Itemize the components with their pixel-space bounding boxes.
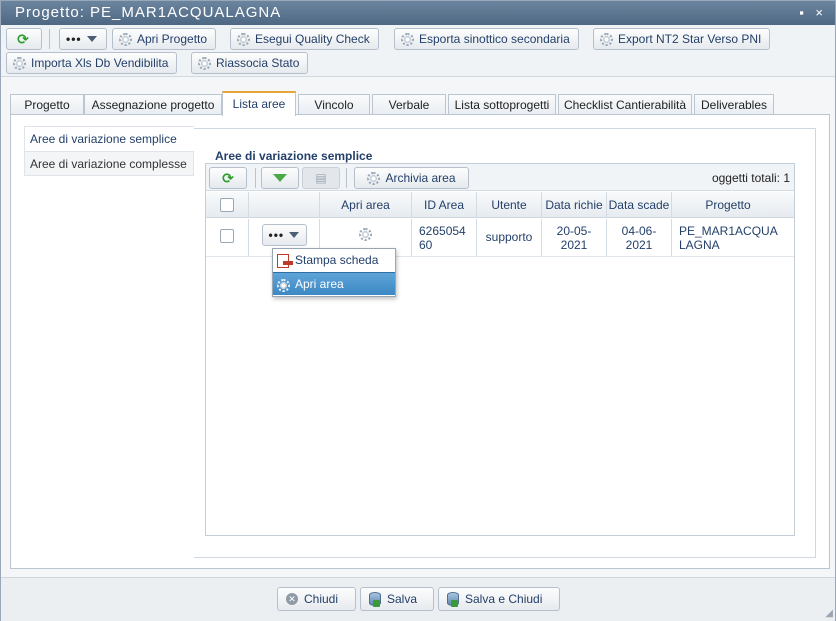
export-icon: ▤ <box>315 171 327 185</box>
header-id-area[interactable]: ID Area <box>412 192 477 217</box>
header-utente[interactable]: Utente <box>477 192 542 217</box>
export-grid-button[interactable]: ▤ <box>302 167 340 189</box>
header-select-all[interactable] <box>206 192 249 217</box>
archivia-area-label: Archivia area <box>385 171 456 185</box>
gear-icon <box>600 32 613 46</box>
esporta-sinottico-label: Esporta sinottico secondaria <box>419 32 570 46</box>
refresh-icon: ⟳ <box>222 169 234 186</box>
salva-label: Salva <box>387 592 418 606</box>
menu-item-label: Stampa scheda <box>295 253 379 267</box>
quality-check-button[interactable]: Esegui Quality Check <box>230 28 379 50</box>
footer-bar: ✕ Chiudi Salva Salva e Chiudi ◢ <box>1 577 835 621</box>
section-title: Aree di variazione semplice <box>215 149 373 163</box>
chiudi-button[interactable]: ✕ Chiudi <box>277 587 356 611</box>
tab-deliverables[interactable]: Deliverables <box>694 94 774 115</box>
tab-vincolo[interactable]: Vincolo <box>298 94 370 115</box>
row-utente: supporto <box>477 219 542 256</box>
toolbar-separator <box>346 168 347 188</box>
row-id-area: 6265054 60 <box>412 219 477 256</box>
project-window: Progetto: PE_MAR1ACQUALAGNA ▪ × ⟳ ••• Ap… <box>0 0 836 621</box>
chiudi-label: Chiudi <box>304 592 339 606</box>
row-select[interactable] <box>206 219 249 256</box>
sidenav-item-semplice[interactable]: Aree di variazione semplice <box>24 126 194 151</box>
window-controls[interactable]: ▪ × <box>799 1 827 25</box>
gear-icon <box>277 277 290 299</box>
window-title: Progetto: PE_MAR1ACQUALAGNA <box>15 4 282 21</box>
esporta-sinottico-button[interactable]: Esporta sinottico secondaria <box>394 28 579 50</box>
side-navigation: Aree di variazione semplice Aree di vari… <box>24 126 194 176</box>
salva-button[interactable]: Salva <box>360 587 434 611</box>
header-actions <box>249 192 320 217</box>
row-actions-menu: Stampa scheda Apri area <box>272 248 396 297</box>
tab-bar: Progetto Assegnazione progetto Lista are… <box>10 91 830 116</box>
menu-item-apri-area[interactable]: Apri area <box>273 272 395 295</box>
more-icon: ••• <box>66 32 82 46</box>
archivia-area-button[interactable]: Archivia area <box>354 167 469 189</box>
menu-item-stampa-scheda[interactable]: Stampa scheda <box>273 249 395 272</box>
resize-handle-icon[interactable]: ◢ <box>825 608 833 619</box>
gear-icon <box>401 32 414 46</box>
tab-progetto[interactable]: Progetto <box>10 94 84 115</box>
header-apri-area[interactable]: Apri area <box>320 192 412 217</box>
gear-icon <box>198 56 211 70</box>
importa-xls-label: Importa Xls Db Vendibilita <box>31 56 169 70</box>
chevron-down-icon <box>86 36 97 42</box>
gear-icon <box>13 56 26 70</box>
chevron-down-icon <box>289 232 300 238</box>
row-data-scadenza: 04-06- 2021 <box>607 219 672 256</box>
apri-progetto-label: Apri Progetto <box>137 32 208 46</box>
apri-progetto-button[interactable]: Apri Progetto <box>112 28 217 50</box>
header-data-richiesta[interactable]: Data richie <box>542 192 607 217</box>
grid-header: Apri area ID Area Utente Data richie Dat… <box>206 192 794 218</box>
importa-xls-button[interactable]: Importa Xls Db Vendibilita <box>6 52 178 74</box>
more-actions-dropdown[interactable]: ••• <box>59 28 107 50</box>
grid-refresh-button[interactable]: ⟳ <box>209 167 247 189</box>
header-progetto[interactable]: Progetto <box>672 192 784 217</box>
row-data-richiesta: 20-05- 2021 <box>542 219 607 256</box>
grid-toolbar: ⟳ ▤ Archivia area oggetti totali: 1 <box>206 164 794 191</box>
filter-button[interactable] <box>261 167 299 189</box>
row-actions-dropdown[interactable]: ••• <box>261 224 307 246</box>
header-data-scadenza[interactable]: Data scade <box>607 192 672 217</box>
total-count: oggetti totali: 1 <box>711 171 790 185</box>
salva-e-chiudi-label: Salva e Chiudi <box>465 592 543 606</box>
quality-check-label: Esegui Quality Check <box>255 32 370 46</box>
more-icon: ••• <box>268 228 285 242</box>
sidenav-item-complesse[interactable]: Aree di variazione complesse <box>24 151 194 176</box>
refresh-button[interactable]: ⟳ <box>6 28 42 50</box>
database-save-icon <box>447 592 459 607</box>
filter-icon <box>273 174 287 182</box>
tab-checklist-cantierabilita[interactable]: Checklist Cantierabilità <box>558 94 692 115</box>
areas-grid: ⟳ ▤ Archivia area oggetti totali: 1 Apri… <box>205 163 795 536</box>
database-save-icon <box>369 592 381 607</box>
tab-assegnazione-progetto[interactable]: Assegnazione progetto <box>84 94 222 115</box>
window-titlebar: Progetto: PE_MAR1ACQUALAGNA ▪ × <box>1 1 835 25</box>
main-toolbar: ⟳ ••• Apri Progetto Esegui Quality Check… <box>1 25 835 77</box>
close-icon: ✕ <box>286 593 298 605</box>
refresh-icon: ⟳ <box>17 31 29 47</box>
menu-item-label: Apri area <box>295 277 344 291</box>
riassocia-stato-label: Riassocia Stato <box>216 56 300 70</box>
export-nt2-label: Export NT2 Star Verso PNI <box>618 32 762 46</box>
riassocia-stato-button[interactable]: Riassocia Stato <box>191 52 309 74</box>
tab-verbale[interactable]: Verbale <box>372 94 446 115</box>
toolbar-separator <box>255 168 256 188</box>
toolbar-separator <box>49 29 50 49</box>
row-progetto: PE_MAR1ACQUA LAGNA <box>679 224 778 252</box>
row-checkbox[interactable] <box>220 229 234 243</box>
select-all-checkbox[interactable] <box>220 197 234 212</box>
gear-icon <box>237 32 250 46</box>
export-nt2-button[interactable]: Export NT2 Star Verso PNI <box>593 28 771 50</box>
salva-e-chiudi-button[interactable]: Salva e Chiudi <box>438 587 560 611</box>
tab-lista-sottoprogetti[interactable]: Lista sottoprogetti <box>448 94 556 115</box>
open-area-gear-icon[interactable] <box>359 228 372 241</box>
gear-icon <box>119 32 132 46</box>
tab-lista-aree[interactable]: Lista aree <box>222 91 296 116</box>
gear-icon <box>367 171 381 185</box>
